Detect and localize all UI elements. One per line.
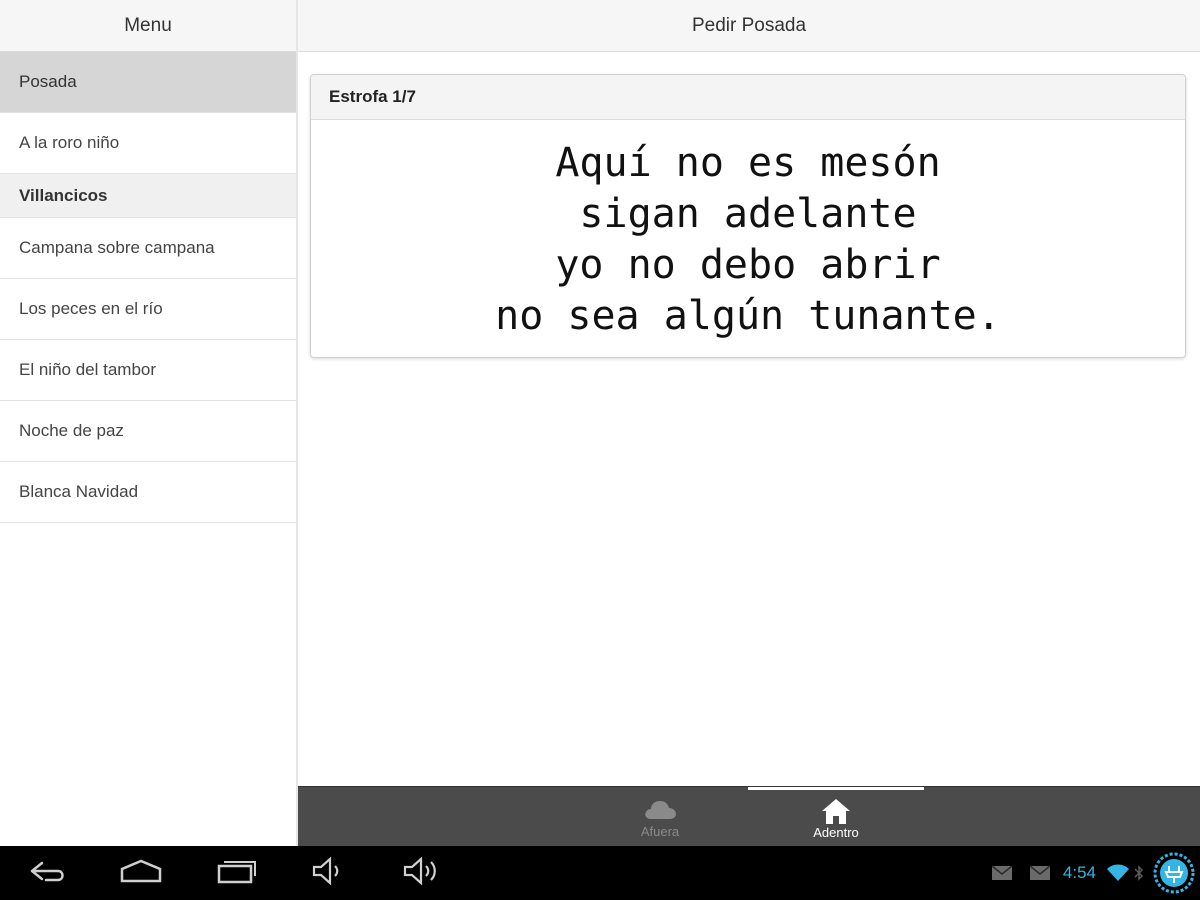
main-panel: Pedir Posada Estrofa 1/7 Aquí no es mesó…	[298, 0, 1200, 846]
menu-item-noche-de-paz[interactable]: Noche de paz	[0, 401, 296, 462]
wifi-icon	[1106, 864, 1130, 882]
verse-line: Aquí no es mesón	[555, 140, 941, 186]
menu-item-label: El niño del tambor	[19, 360, 157, 379]
home-button[interactable]	[114, 854, 168, 892]
verse-text: Aquí no es mesón sigan adelante yo no de…	[311, 120, 1185, 342]
menu-item-label: Blanca Navidad	[19, 482, 139, 501]
mail-icon	[991, 865, 1013, 881]
verse-line: sigan adelante	[579, 191, 917, 237]
page-title: Pedir Posada	[298, 0, 1200, 52]
verse-line: yo no debo abrir	[555, 242, 941, 288]
verse-card: Estrofa 1/7 Aquí no es mesón sigan adela…	[310, 74, 1186, 358]
sidebar-title: Menu	[0, 0, 296, 52]
sidebar: Menu Posada A la roro niño Villancicos C…	[0, 0, 298, 846]
menu-item-label: Campana sobre campana	[19, 238, 215, 257]
status-area: 4:54	[983, 846, 1196, 900]
menu-item-label: Noche de paz	[19, 421, 124, 440]
menu-item-label: Posada	[19, 72, 77, 91]
verse-line: no sea algún tunante.	[495, 293, 1001, 339]
menu-item-label: Los peces en el río	[19, 299, 163, 318]
section-label: Villancicos	[19, 185, 108, 205]
bottom-tab-bar: Afuera Adentro	[298, 786, 1200, 847]
volume-down-button[interactable]	[306, 854, 352, 892]
home-icon	[818, 797, 854, 825]
back-button[interactable]	[22, 854, 72, 892]
volume-down-icon	[310, 856, 348, 891]
battery-charging-icon	[1152, 851, 1196, 895]
menu-item-blanca-navidad[interactable]: Blanca Navidad	[0, 462, 296, 523]
bluetooth-icon	[1134, 864, 1144, 882]
volume-up-icon	[401, 856, 443, 891]
mail-icon	[1029, 865, 1051, 881]
menu-item-label: A la roro niño	[19, 133, 120, 152]
menu-item-posada[interactable]: Posada	[0, 52, 296, 113]
system-navigation-bar: 4:54	[0, 846, 1200, 900]
menu-item-a-la-roro-nino[interactable]: A la roro niño	[0, 113, 296, 174]
tab-afuera[interactable]: Afuera	[572, 787, 748, 847]
menu-list: Posada A la roro niño Villancicos Campan…	[0, 52, 296, 523]
menu-section-villancicos: Villancicos	[0, 174, 296, 218]
recent-apps-icon	[215, 858, 259, 889]
home-icon	[118, 859, 164, 888]
recent-apps-button[interactable]	[210, 854, 264, 892]
menu-item-los-peces-en-el-rio[interactable]: Los peces en el río	[0, 279, 296, 340]
menu-item-el-nino-del-tambor[interactable]: El niño del tambor	[0, 340, 296, 401]
tab-label: Afuera	[640, 823, 680, 839]
back-icon	[26, 858, 68, 889]
tab-label: Adentro	[813, 825, 859, 840]
verse-card-title: Estrofa 1/7	[311, 75, 1185, 120]
cloud-icon	[642, 796, 678, 824]
volume-up-button[interactable]	[398, 854, 446, 892]
tab-adentro[interactable]: Adentro	[748, 787, 924, 847]
menu-item-campana-sobre-campana[interactable]: Campana sobre campana	[0, 218, 296, 279]
clock: 4:54	[1062, 863, 1096, 882]
